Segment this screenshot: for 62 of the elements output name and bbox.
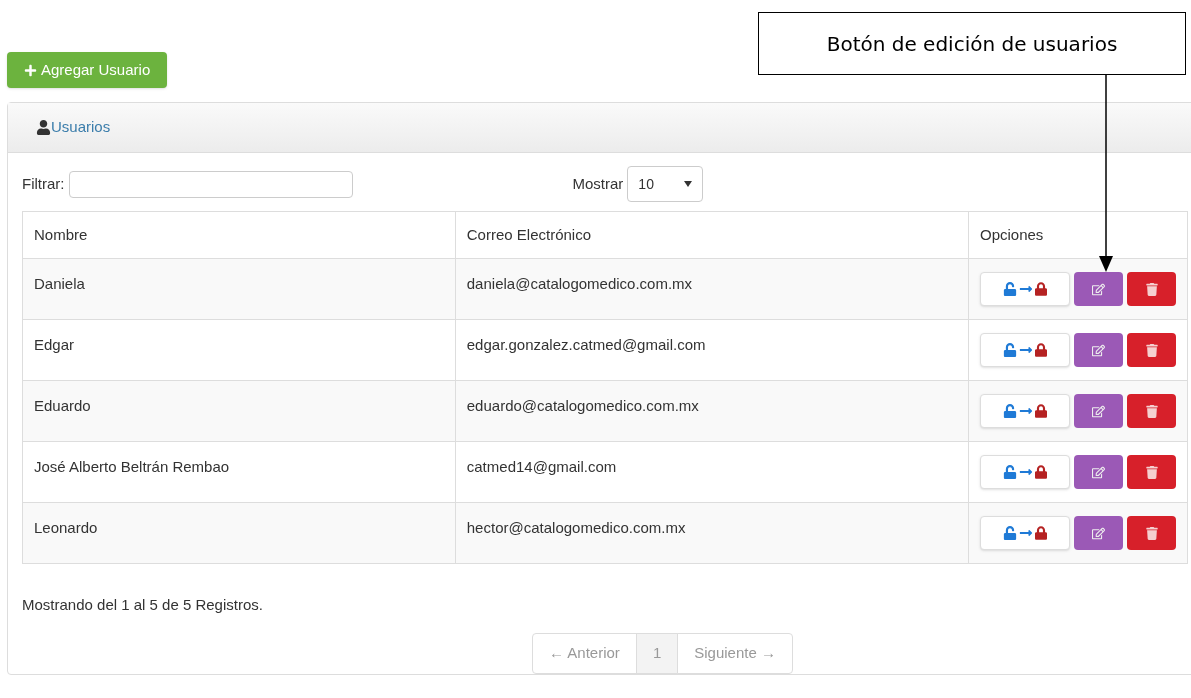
trash-icon [1145, 465, 1158, 479]
delete-button[interactable] [1127, 394, 1176, 428]
edit-button[interactable] [1074, 272, 1123, 306]
lock-toggle-button[interactable] [980, 394, 1070, 428]
callout-box: Botón de edición de usuarios [758, 12, 1186, 75]
lock-icon [1035, 343, 1047, 357]
column-header: Opciones [968, 211, 1188, 259]
filter-label: Filtrar: [22, 173, 65, 194]
edit-icon [1092, 526, 1105, 540]
column-header: Nombre [22, 211, 456, 259]
unlock-icon [1003, 282, 1017, 296]
user-icon [36, 120, 51, 135]
pagination-button[interactable]: 1 [635, 632, 679, 674]
lock-toggle-button[interactable] [980, 516, 1070, 550]
records-summary: Mostrando del 1 al 5 de 5 Registros. [22, 595, 264, 615]
table-cell: Eduardo [22, 380, 456, 442]
lock-toggle-button[interactable] [980, 333, 1070, 367]
edit-button[interactable] [1074, 455, 1123, 489]
lock-icon [1035, 404, 1047, 418]
unlock-icon [1003, 465, 1017, 479]
delete-button[interactable] [1127, 455, 1176, 489]
column-header: Correo Electrónico [455, 211, 969, 259]
table-cell: eduardo@catalogomedico.com.mx [455, 380, 969, 442]
trash-icon [1145, 404, 1158, 418]
show-label: Mostrar [572, 173, 624, 194]
pagination-button[interactable]: Siguiente → [677, 632, 793, 674]
lock-icon [1035, 282, 1047, 296]
page-size-select[interactable]: 10 [627, 166, 704, 202]
edit-button[interactable] [1074, 394, 1123, 428]
table-cell: daniela@catalogomedico.com.mx [455, 258, 969, 320]
edit-icon [1092, 404, 1105, 418]
lock-toggle-button[interactable] [980, 455, 1070, 489]
table-cell: hector@catalogomedico.com.mx [455, 502, 969, 564]
trash-icon [1145, 526, 1158, 540]
edit-button[interactable] [1074, 333, 1123, 367]
delete-button[interactable] [1127, 272, 1176, 306]
pagination-button[interactable]: ← Anterior [532, 632, 637, 674]
trash-icon [1145, 282, 1158, 296]
add-user-button[interactable]: Agregar Usuario [7, 52, 168, 88]
caret-icon [684, 181, 693, 187]
edit-icon [1092, 282, 1105, 296]
table-cell: catmed14@gmail.com [455, 441, 969, 503]
edit-icon [1092, 343, 1105, 357]
unlock-icon [1003, 343, 1017, 357]
table-cell: José Alberto Beltrán Rembao [22, 441, 456, 503]
table-cell: edgar.gonzalez.catmed@gmail.com [455, 319, 969, 381]
table-cell: Daniela [22, 258, 456, 320]
trash-icon [1145, 343, 1158, 357]
filter-field[interactable] [68, 170, 353, 198]
lock-toggle-button[interactable] [980, 272, 1070, 306]
delete-button[interactable] [1127, 516, 1176, 550]
delete-button[interactable] [1127, 333, 1176, 367]
table-cell: Edgar [22, 319, 456, 381]
edit-button[interactable] [1074, 516, 1123, 550]
lock-icon [1035, 465, 1047, 479]
lock-icon [1035, 526, 1047, 540]
plus-icon [24, 63, 37, 77]
table-cell: Leonardo [22, 502, 456, 564]
edit-icon [1092, 465, 1105, 479]
unlock-icon [1003, 404, 1017, 418]
panel-title: Usuarios [51, 117, 111, 138]
unlock-icon [1003, 526, 1017, 540]
